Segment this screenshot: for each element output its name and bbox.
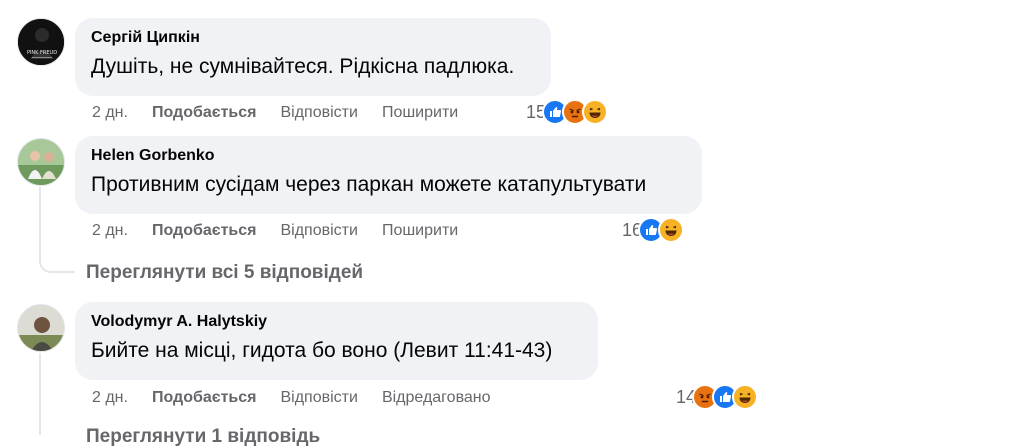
- thread-connector: [39, 253, 75, 273]
- view-replies-link[interactable]: Переглянути всі 5 відповідей: [86, 262, 363, 284]
- avatar-image: [18, 139, 64, 185]
- reactions-summary[interactable]: 16: [622, 217, 685, 243]
- view-more-replies-link[interactable]: Переглянути 1 відповідь: [86, 426, 320, 448]
- comment-timestamp[interactable]: 2 дн.: [92, 222, 128, 240]
- comment-timestamp[interactable]: 2 дн.: [92, 389, 128, 407]
- share-button[interactable]: Поширити: [382, 104, 458, 122]
- avatar-logo-text: PINK FREUD: [27, 50, 57, 56]
- avatar[interactable]: PINK FREUD: [17, 18, 65, 66]
- thread-line: [39, 353, 41, 435]
- comment-text: Душіть, не сумнівайтеся. Рідкісна падлюк…: [91, 55, 515, 78]
- comment-bubble: Volodymyr A. Halytskiy Бийте на місці, г…: [75, 302, 598, 380]
- avatar-image: [18, 305, 64, 351]
- comment-text: Бийте на місці, гидота бо воно (Левит 11…: [91, 339, 553, 362]
- comment-timestamp[interactable]: 2 дн.: [92, 104, 128, 122]
- comment-actions: 2 дн. Подобається Відповісти Поширити: [92, 101, 482, 125]
- comment-bubble: Сергій Ципкін Душіть, не сумнівайтеся. Р…: [75, 18, 551, 96]
- comment-text: Противним сусідам через паркан можете ка…: [91, 173, 647, 196]
- haha-reaction-icon: [732, 384, 759, 410]
- haha-reaction-icon: [658, 217, 685, 243]
- comment-actions: 2 дн. Подобається Відповісти Поширити: [92, 219, 482, 243]
- comment-author[interactable]: Volodymyr A. Halytskiy: [91, 312, 582, 332]
- comment-actions: 2 дн. Подобається Відповісти Відредагова…: [92, 386, 515, 410]
- edited-label[interactable]: Відредаговано: [382, 389, 491, 407]
- haha-reaction-icon: [582, 99, 609, 125]
- like-button[interactable]: Подобається: [152, 389, 257, 407]
- avatar[interactable]: [17, 304, 65, 352]
- reply-button[interactable]: Відповісти: [280, 104, 357, 122]
- avatar[interactable]: [17, 138, 65, 186]
- avatar-image: PINK FREUD: [18, 19, 64, 65]
- thread-line: [39, 187, 41, 257]
- comment-author[interactable]: Сергій Ципкін: [91, 28, 535, 48]
- comment-author[interactable]: Helen Gorbenko: [91, 146, 686, 166]
- reactions-summary[interactable]: 14: [676, 384, 759, 410]
- reply-button[interactable]: Відповісти: [280, 389, 357, 407]
- share-button[interactable]: Поширити: [382, 222, 458, 240]
- like-button[interactable]: Подобається: [152, 222, 257, 240]
- reactions-summary[interactable]: 15: [526, 99, 609, 125]
- reply-button[interactable]: Відповісти: [280, 222, 357, 240]
- like-button[interactable]: Подобається: [152, 104, 257, 122]
- comment-bubble: Helen Gorbenko Противним сусідам через п…: [75, 136, 702, 214]
